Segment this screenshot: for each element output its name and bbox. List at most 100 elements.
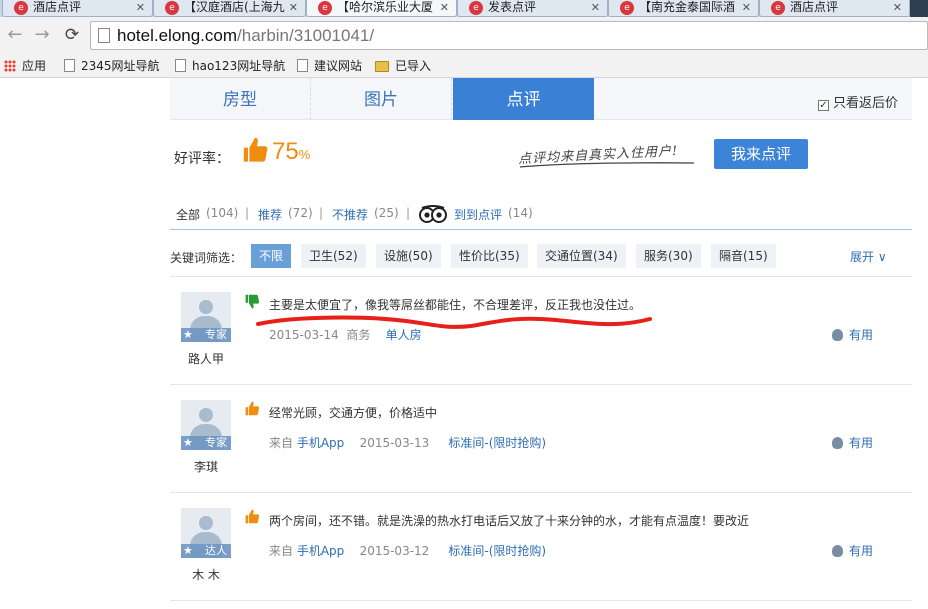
- keyword-location[interactable]: 交通位置(34): [537, 244, 626, 268]
- page-icon: [98, 28, 110, 43]
- browser-tab-5[interactable]: e 【南充金泰国际酒 ✕: [608, 0, 759, 17]
- folder-icon: [375, 61, 389, 72]
- url-text: hotel.elong.com/harbin/31001041/: [117, 26, 374, 46]
- review-text: 两个房间，还不错。就是洗澡的热水打电话后又放了十来分钟的水，才能有点温度！要改近: [269, 514, 750, 528]
- filter-separator: |: [406, 206, 411, 220]
- review-item: ★ 专家 李琪 经常光顾，交通方便，价格适中 来自 手机App 2015-03-1…: [170, 386, 912, 492]
- browser-tab-title: 发表点评: [488, 0, 537, 14]
- browser-tab-4[interactable]: e 发表点评 ✕: [457, 0, 608, 17]
- bookmarks-bar: 应用 2345网址导航 hao123网址导航 建议网站 已导入: [0, 54, 928, 78]
- tab-rooms[interactable]: 房型: [170, 78, 311, 120]
- only-after-checkbox[interactable]: ✓ 只看返后价: [817, 92, 898, 111]
- good-rate-value: 75%: [272, 138, 310, 166]
- keyword-service[interactable]: 服务(30): [636, 244, 701, 268]
- browser-tab-strip: e 酒店点评 ✕ e 【汉庭酒店(上海九 ✕ e 【哈尔滨乐业大厦 ✕ e 发表…: [0, 0, 928, 17]
- browser-tab-title: 【哈尔滨乐业大厦: [337, 0, 434, 14]
- window-corner: [910, 0, 928, 17]
- filter-not-recommend[interactable]: 不推荐: [332, 206, 368, 223]
- write-review-button[interactable]: 我来点评: [714, 139, 808, 169]
- helpful-button[interactable]: 有用: [832, 326, 873, 343]
- forward-arrow-icon[interactable]: →: [31, 24, 53, 46]
- avatar[interactable]: ★ 专家: [181, 292, 231, 342]
- tab-reviews[interactable]: 点评: [453, 78, 594, 120]
- thumbs-up-icon: [243, 137, 268, 162]
- review-date: 2015-03-12: [359, 544, 430, 558]
- good-rate-number: 75: [272, 138, 299, 165]
- bookmark-apps[interactable]: 应用: [4, 58, 46, 74]
- keyword-value[interactable]: 性价比(35): [451, 244, 528, 268]
- page-icon: [64, 59, 75, 72]
- source-link[interactable]: 手机App: [297, 544, 344, 558]
- elong-favicon: e: [14, 1, 28, 15]
- lightbulb-icon: [832, 329, 843, 341]
- bookmark-label: 应用: [22, 59, 47, 73]
- page-tab-bar: 房型 图片 点评 ✓ 只看返后价: [170, 78, 912, 120]
- divider: [170, 276, 912, 277]
- helpful-button[interactable]: 有用: [832, 434, 873, 451]
- close-icon[interactable]: ✕: [440, 0, 449, 15]
- close-icon[interactable]: ✕: [591, 0, 600, 15]
- helpful-label: 有用: [849, 544, 874, 558]
- review-filter-bar: 全部 (104) | 推荐 (72) | 不推荐 (25) | 到到点评 (14…: [170, 204, 912, 230]
- tripadvisor-owl-icon: [419, 205, 447, 223]
- slogan-underline: [519, 162, 695, 168]
- keyword-soundproofing[interactable]: 隔音(15): [711, 244, 776, 268]
- keyword-any[interactable]: 不限: [251, 244, 292, 268]
- reload-icon[interactable]: ⟳: [61, 24, 83, 46]
- user-level-badge: ★ 达人: [181, 544, 231, 558]
- thumbs-up-icon: [245, 401, 260, 416]
- filter-recommend-count: (72): [288, 206, 313, 220]
- avatar-head: [199, 408, 213, 422]
- address-bar[interactable]: hotel.elong.com/harbin/31001041/: [90, 21, 928, 50]
- checkbox-checked-icon[interactable]: ✓: [817, 100, 829, 111]
- close-icon[interactable]: ✕: [893, 0, 902, 15]
- avatar[interactable]: ★ 达人: [181, 508, 231, 558]
- filter-tripadvisor[interactable]: 到到点评: [454, 206, 502, 223]
- user-level-text: 专家: [205, 436, 227, 449]
- browser-tab-2[interactable]: e 【汉庭酒店(上海九 ✕: [153, 0, 306, 17]
- tab-photos[interactable]: 图片: [311, 78, 452, 120]
- avatar[interactable]: ★ 专家: [181, 400, 231, 450]
- close-icon[interactable]: ✕: [742, 0, 751, 15]
- filter-not-recommend-count: (25): [374, 206, 399, 220]
- apps-grid-icon: [4, 60, 16, 72]
- user-level-badge: ★ 专家: [181, 328, 231, 342]
- browser-tab-3[interactable]: e 【哈尔滨乐业大厦 ✕: [306, 0, 457, 17]
- keyword-facilities[interactable]: 设施(50): [376, 244, 441, 268]
- browser-toolbar: ← → ⟳ hotel.elong.com/harbin/31001041/: [0, 17, 928, 54]
- thumbs-up-icon: [245, 509, 260, 524]
- review-item: ★ 达人 木 木 两个房间，还不错。就是洗澡的热水打电话后又放了十来分钟的水，才能…: [170, 494, 912, 600]
- back-arrow-icon[interactable]: ←: [4, 24, 26, 46]
- keyword-filter-label: 关键词筛选：: [170, 251, 243, 265]
- helpful-button[interactable]: 有用: [832, 542, 873, 559]
- bookmark-2345[interactable]: 2345网址导航: [64, 58, 160, 74]
- review-item: ★ 专家 路人甲 主要是太便宜了，像我等屌丝都能住，不合理差评，反正我也没住过。 …: [170, 278, 912, 384]
- only-after-label: 只看返后价: [832, 96, 898, 111]
- star-icon: ★: [183, 328, 193, 341]
- url-path: /harbin/31001041/: [237, 26, 375, 45]
- lightbulb-icon: [832, 545, 843, 557]
- review-text: 主要是太便宜了，像我等屌丝都能住，不合理差评，反正我也没住过。: [269, 298, 642, 312]
- room-type-link[interactable]: 标准间-(限时抢购): [448, 544, 546, 558]
- keyword-hygiene[interactable]: 卫生(52): [301, 244, 366, 268]
- browser-tab-1[interactable]: e 酒店点评 ✕: [2, 0, 153, 17]
- user-level-text: 达人: [205, 544, 227, 557]
- bookmark-imported[interactable]: 已导入: [375, 58, 431, 74]
- star-icon: ★: [183, 544, 193, 557]
- browser-tab-title: 酒店点评: [790, 0, 839, 14]
- source-prefix: 来自: [269, 436, 294, 450]
- close-icon[interactable]: ✕: [289, 0, 298, 15]
- room-type-link[interactable]: 标准间-(限时抢购): [448, 436, 546, 450]
- bookmark-hao123[interactable]: hao123网址导航: [175, 58, 285, 74]
- bookmark-suggested[interactable]: 建议网站: [297, 58, 362, 74]
- reviewer-name: 木 木: [192, 568, 220, 582]
- close-icon[interactable]: ✕: [136, 0, 145, 15]
- filter-all[interactable]: 全部: [176, 206, 200, 223]
- avatar-head: [199, 516, 213, 530]
- expand-keywords-link[interactable]: 展开 ∨: [850, 248, 887, 265]
- good-rate-unit: %: [298, 147, 311, 162]
- filter-recommend[interactable]: 推荐: [258, 206, 282, 223]
- url-host: hotel.elong.com: [117, 26, 238, 45]
- browser-tab-6[interactable]: e 酒店点评 ✕: [759, 0, 910, 17]
- source-link[interactable]: 手机App: [297, 436, 344, 450]
